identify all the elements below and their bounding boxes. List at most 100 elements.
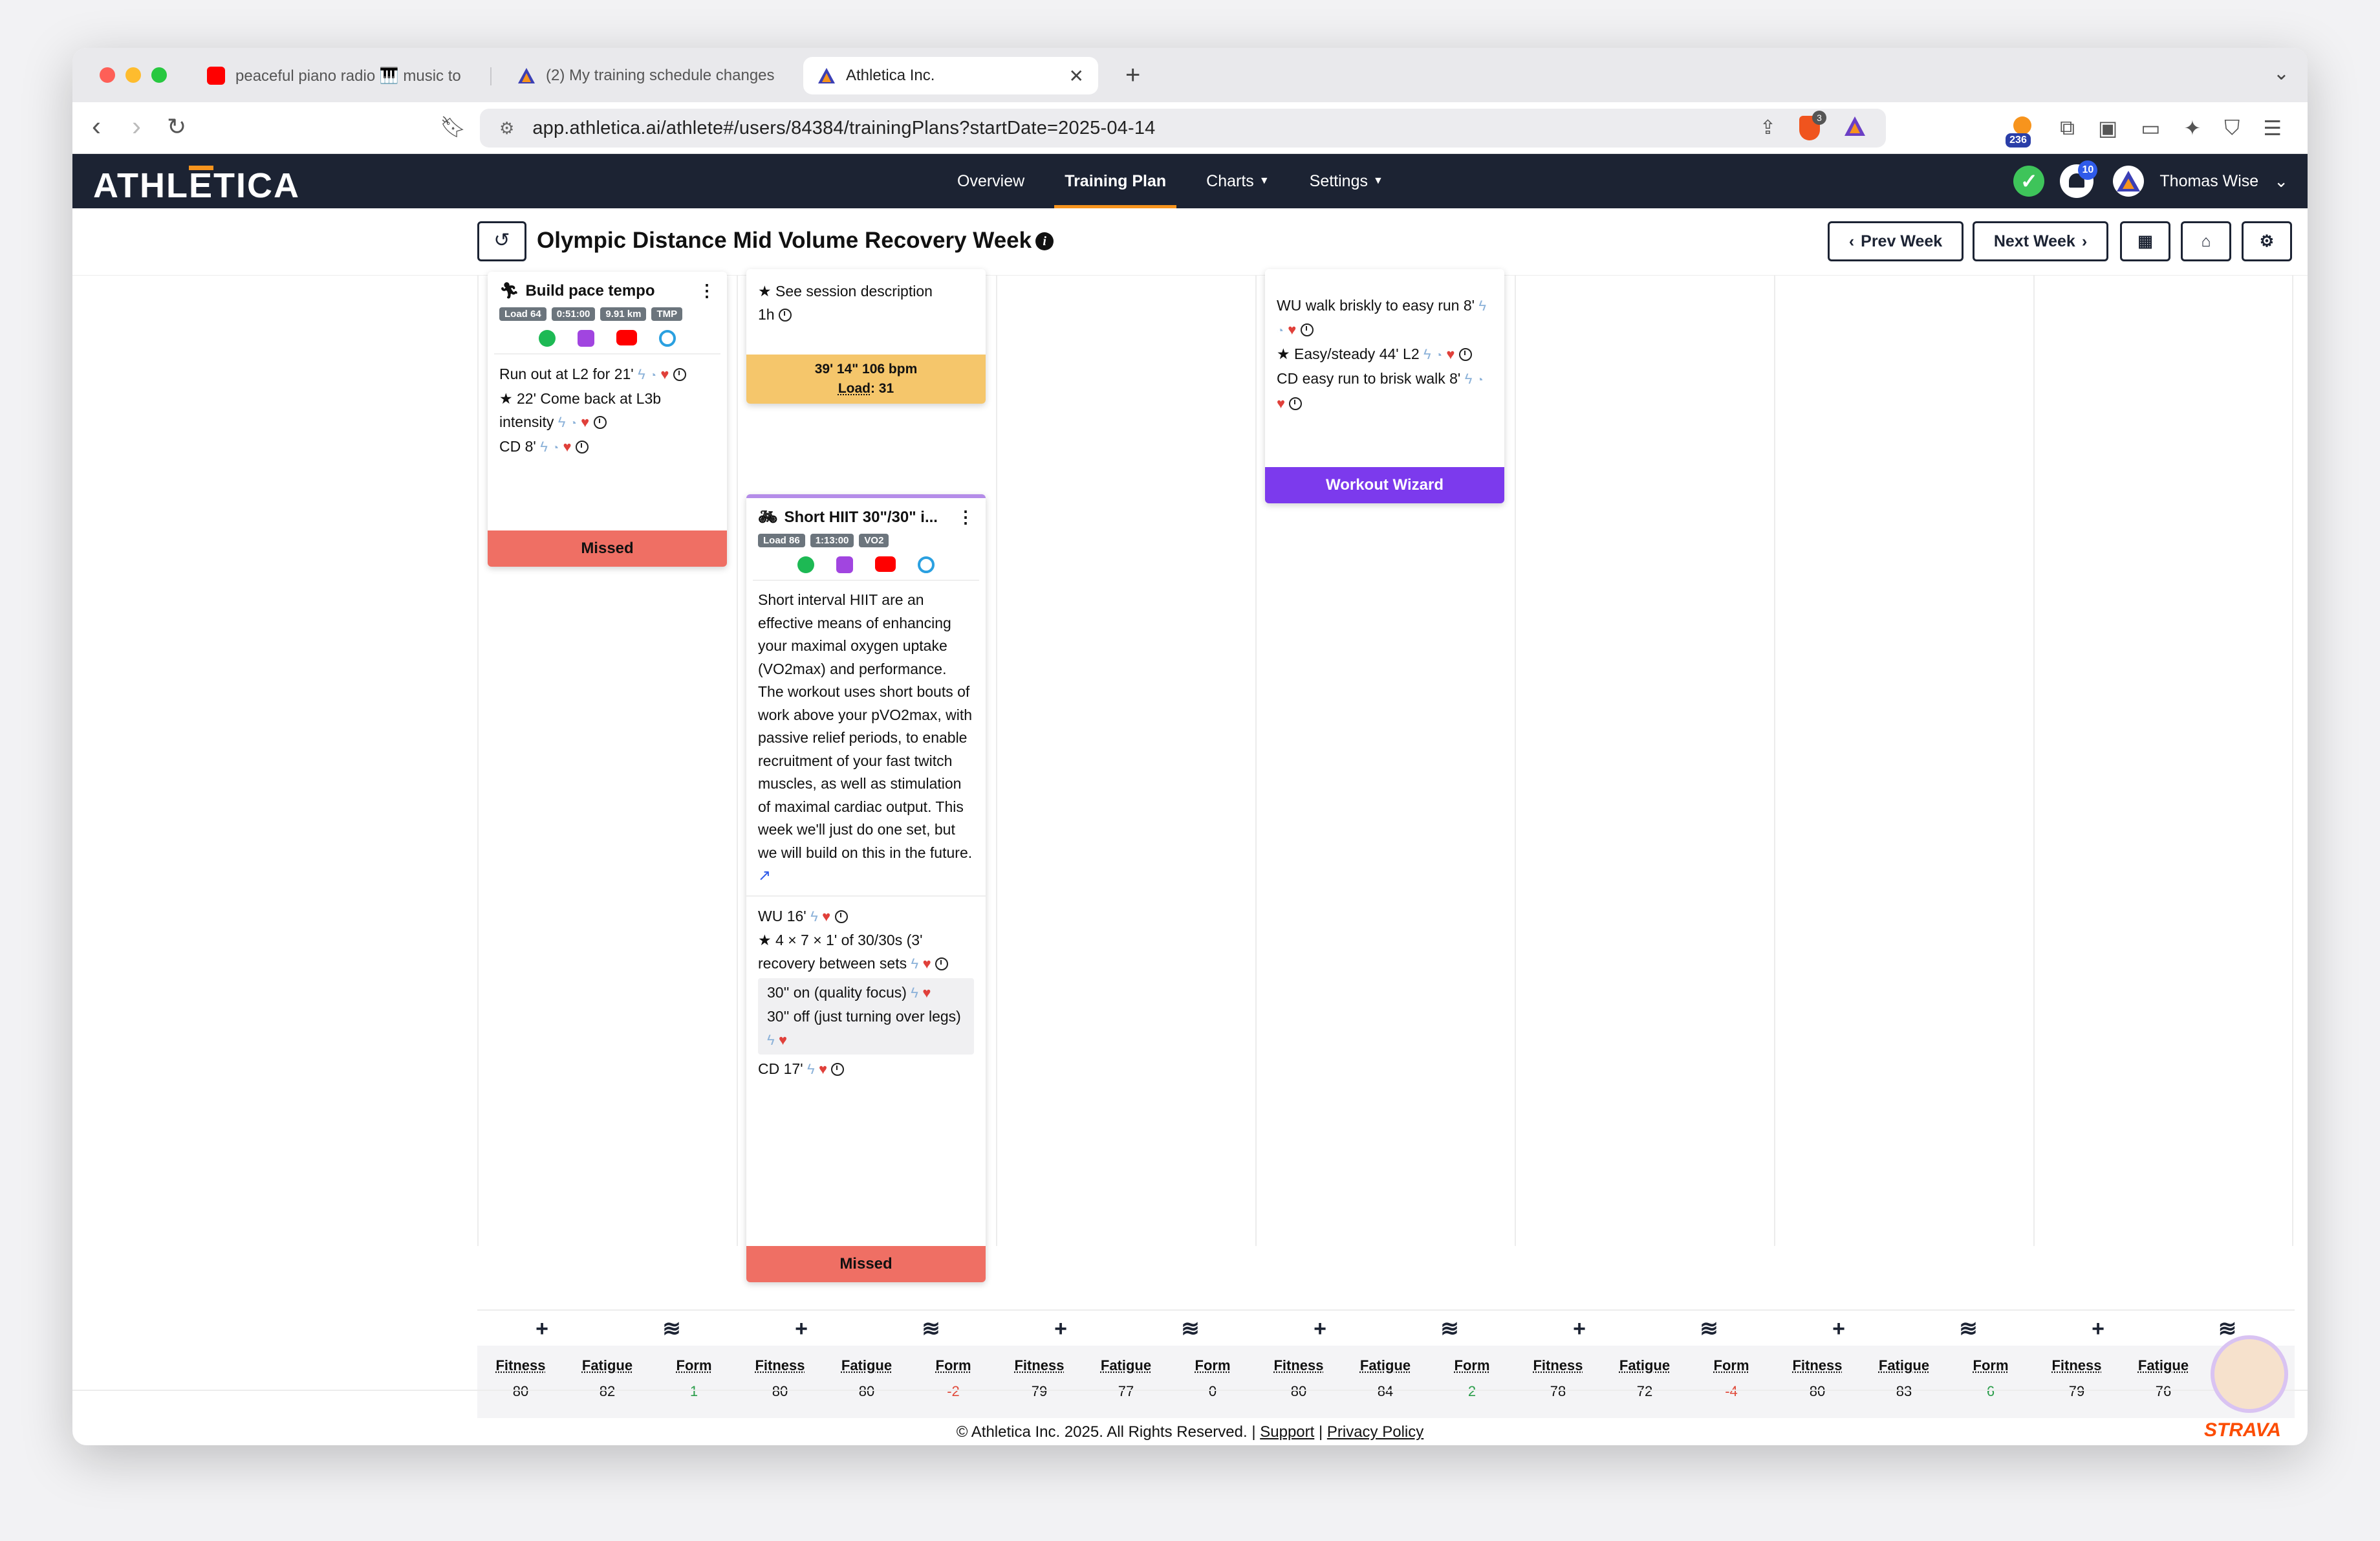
- workout-library-button[interactable]: ≋: [1125, 1311, 1255, 1347]
- brave-shield-icon[interactable]: 3: [1799, 110, 1826, 140]
- workout-library-button[interactable]: ≋: [866, 1311, 996, 1347]
- stat-label[interactable]: Fatigue: [1083, 1357, 1169, 1374]
- google-podcasts-icon[interactable]: [918, 556, 935, 573]
- stat-label[interactable]: Fatigue: [2120, 1357, 2207, 1374]
- workout-card-walk-run[interactable]: WU walk briskly to easy run 8' ϟ ◔ ♥ ★ E…: [1265, 269, 1504, 503]
- youtube-icon[interactable]: [875, 556, 896, 572]
- stat-label[interactable]: Fitness: [1255, 1357, 1342, 1374]
- workout-library-button[interactable]: ≋: [1385, 1311, 1515, 1347]
- stat-label[interactable]: Fitness: [996, 1357, 1083, 1374]
- brave-rewards-icon[interactable]: [1843, 115, 1866, 140]
- workout-library-button[interactable]: ≋: [607, 1311, 737, 1347]
- puzzle-icon[interactable]: ⧉: [2060, 116, 2075, 140]
- add-workout-button[interactable]: +: [2033, 1311, 2163, 1347]
- bookmark-icon[interactable]: 🔖︎: [440, 116, 466, 137]
- add-workout-button[interactable]: +: [1774, 1311, 1903, 1347]
- notifications-bell-icon[interactable]: 10: [2060, 160, 2098, 198]
- menu-icon[interactable]: ☰: [2263, 116, 2282, 140]
- minimize-window-button[interactable]: [125, 67, 141, 83]
- stat-label[interactable]: Fatigue: [1342, 1357, 1429, 1374]
- stat-label[interactable]: Fatigue: [1601, 1357, 1688, 1374]
- site-settings-icon[interactable]: ⚙: [499, 118, 514, 138]
- spotify-icon[interactable]: [539, 330, 556, 347]
- strava-widget[interactable]: STRAVA: [2204, 1335, 2288, 1445]
- podcast-icon[interactable]: [836, 556, 853, 573]
- stat-label[interactable]: Form: [910, 1357, 997, 1374]
- vpn-icon[interactable]: ⛉: [2224, 116, 2240, 140]
- google-podcasts-icon[interactable]: [659, 330, 676, 347]
- stat-label[interactable]: Fitness: [1774, 1357, 1861, 1374]
- sidebar-icon[interactable]: ▣: [2098, 116, 2117, 140]
- stat-label[interactable]: Fatigue: [1861, 1357, 1947, 1374]
- stat-label[interactable]: Form: [1688, 1357, 1775, 1374]
- prev-week-button[interactable]: ‹ Prev Week: [1828, 221, 1964, 261]
- external-link-icon[interactable]: ↗: [758, 864, 974, 888]
- extension-icon[interactable]: 236: [2006, 114, 2037, 148]
- more-options-icon[interactable]: ⋮: [957, 507, 974, 527]
- stat-label[interactable]: Form: [1169, 1357, 1256, 1374]
- settings-button[interactable]: ⚙: [2242, 221, 2292, 261]
- stat-label[interactable]: Fitness: [737, 1357, 823, 1374]
- nav-settings[interactable]: Settings ▼: [1310, 154, 1383, 208]
- stat-label[interactable]: Fitness: [1515, 1357, 1601, 1374]
- address-bar[interactable]: ⚙ app.athletica.ai/athlete#/users/84384/…: [480, 109, 1886, 148]
- load-chip: Load 86: [758, 534, 805, 547]
- add-workout-button[interactable]: +: [477, 1311, 607, 1347]
- step-text: 1h: [758, 306, 775, 323]
- workout-card-partial[interactable]: ★ See session description 1h 39' 14" 106…: [746, 269, 986, 404]
- privacy-policy-link[interactable]: Privacy Policy: [1327, 1423, 1423, 1441]
- next-week-button[interactable]: Next Week ›: [1973, 221, 2108, 261]
- wallet-icon[interactable]: ▭: [2141, 116, 2160, 140]
- youtube-icon[interactable]: [616, 330, 637, 345]
- add-workout-button[interactable]: +: [737, 1311, 866, 1347]
- back-button[interactable]: ‹: [92, 113, 101, 140]
- more-options-icon[interactable]: ⋮: [698, 281, 715, 301]
- forward-button[interactable]: ›: [132, 113, 141, 140]
- info-icon[interactable]: i: [1035, 232, 1054, 250]
- stat-label[interactable]: Fitness: [2033, 1357, 2120, 1374]
- day-actions-row: + ≋ + ≋ + ≋ + ≋ + ≋ + ≋ + ≋: [477, 1309, 2295, 1346]
- tab-list-chevron-icon[interactable]: ⌄: [2273, 62, 2289, 85]
- user-menu-chevron-icon[interactable]: ⌄: [2274, 171, 2288, 191]
- leo-ai-icon[interactable]: ✦: [2183, 116, 2201, 140]
- add-workout-button[interactable]: +: [1515, 1311, 1644, 1347]
- home-button[interactable]: ⌂: [2181, 221, 2231, 261]
- user-avatar[interactable]: [2113, 166, 2145, 197]
- user-name[interactable]: Thomas Wise: [2159, 172, 2258, 191]
- maximize-window-button[interactable]: [151, 67, 167, 83]
- stat-label[interactable]: Form: [651, 1357, 737, 1374]
- workout-card-run[interactable]: 🏃︎ Build pace tempo ⋮ Load 64 0:51:00 9.…: [488, 272, 727, 567]
- workout-library-button[interactable]: ≋: [1903, 1311, 2033, 1347]
- history-button[interactable]: ↺: [477, 221, 526, 261]
- podcast-icon[interactable]: [578, 330, 594, 347]
- stat-label[interactable]: Fatigue: [564, 1357, 651, 1374]
- plus-icon: +: [795, 1317, 808, 1341]
- tab-youtube[interactable]: peaceful piano radio 🎹 music to: [193, 57, 464, 94]
- close-window-button[interactable]: [100, 67, 115, 83]
- stat-label[interactable]: Form: [1429, 1357, 1515, 1374]
- athletica-logo[interactable]: ATHLETICA: [93, 166, 300, 206]
- stat-label[interactable]: Fatigue: [823, 1357, 910, 1374]
- nav-overview[interactable]: Overview: [957, 154, 1024, 208]
- nav-label: Training Plan: [1065, 171, 1167, 190]
- share-icon[interactable]: ⇪: [1760, 116, 1776, 139]
- sync-status-check-icon[interactable]: ✓: [2013, 166, 2045, 197]
- spotify-icon[interactable]: [797, 556, 814, 573]
- tab-athletica-active[interactable]: Athletica Inc. ✕: [803, 57, 1098, 94]
- add-workout-button[interactable]: +: [1255, 1311, 1385, 1347]
- nav-charts[interactable]: Charts ▼: [1206, 154, 1269, 208]
- plan-title: Olympic Distance Mid Volume Recovery Wee…: [537, 228, 1054, 254]
- tab-athletica-forum[interactable]: (2) My training schedule changes: [503, 57, 775, 94]
- nav-training-plan[interactable]: Training Plan: [1054, 154, 1177, 208]
- workout-library-button[interactable]: ≋: [1644, 1311, 1774, 1347]
- reload-button[interactable]: ↻: [167, 115, 186, 138]
- stat-label[interactable]: Form: [1947, 1357, 2034, 1374]
- workout-wizard-button[interactable]: Workout Wizard: [1265, 467, 1504, 503]
- close-tab-icon[interactable]: ✕: [1069, 65, 1084, 87]
- add-workout-button[interactable]: +: [996, 1311, 1125, 1347]
- stat-label[interactable]: Fitness: [477, 1357, 564, 1374]
- new-tab-button[interactable]: +: [1125, 61, 1140, 90]
- calendar-button[interactable]: ▦: [2120, 221, 2170, 261]
- support-link[interactable]: Support: [1260, 1423, 1314, 1441]
- workout-card-bike[interactable]: 🚲︎ Short HIIT 30"/30" i... ⋮ Load 86 1:1…: [746, 494, 986, 1282]
